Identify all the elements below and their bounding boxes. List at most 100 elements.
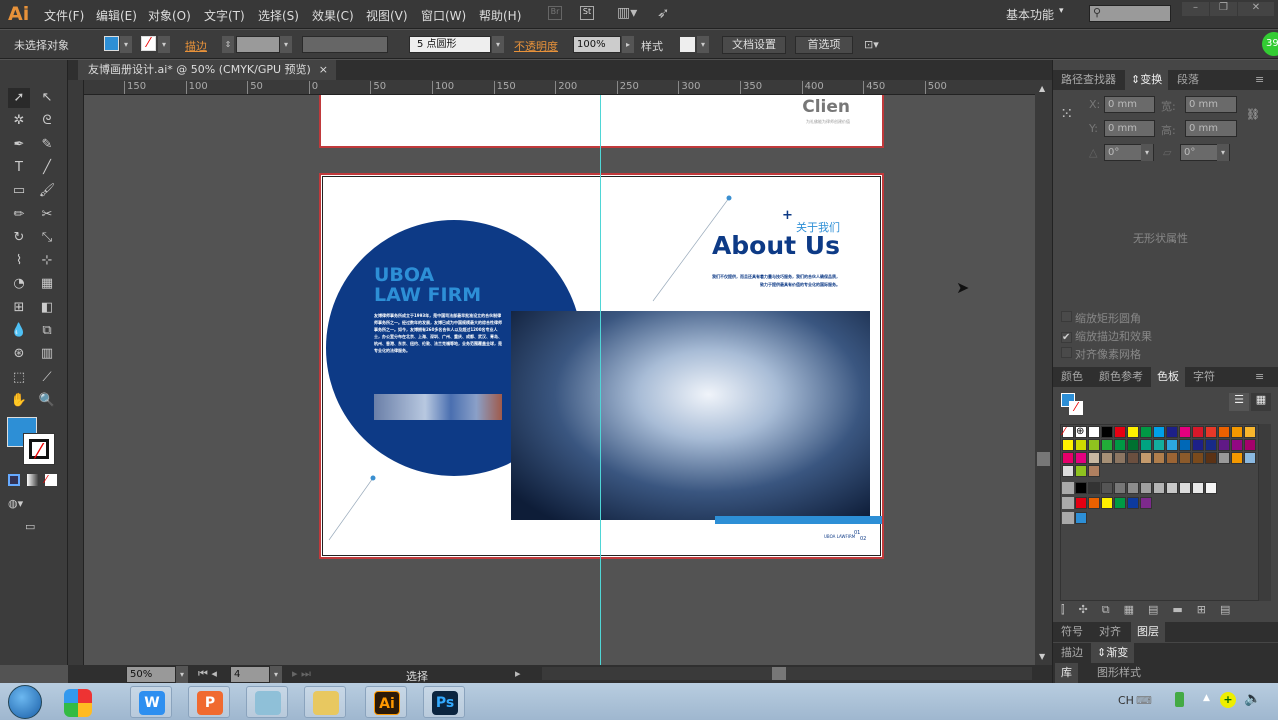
color-swatch[interactable] bbox=[1192, 426, 1204, 438]
curvature-tool-icon[interactable]: ✎ bbox=[36, 135, 58, 155]
tab-gradient[interactable]: ⇕渐变 bbox=[1091, 643, 1135, 663]
hand-tool-icon[interactable]: ✋ bbox=[8, 391, 30, 411]
paintbrush-tool-icon[interactable]: 🖌 bbox=[36, 181, 58, 201]
canvas[interactable]: Clien 为礼佛能为律师创建价值 UBOA LAW FIRM 友博律师事务所成… bbox=[84, 95, 1035, 665]
style-swatch[interactable] bbox=[680, 37, 695, 52]
tab-character[interactable]: 字符 bbox=[1187, 367, 1221, 387]
menu-select[interactable]: 选择(S) bbox=[258, 7, 299, 24]
color-swatch[interactable] bbox=[1205, 426, 1217, 438]
panel-menu-icon[interactable]: ≡ bbox=[1249, 367, 1270, 387]
restore-button[interactable]: ❐ bbox=[1210, 2, 1237, 16]
list-view-icon[interactable]: ☰ bbox=[1229, 393, 1249, 411]
rotate-tool-icon[interactable]: ↻ bbox=[8, 228, 30, 248]
chevron-down-icon[interactable]: ▾ bbox=[1141, 144, 1153, 161]
first-artboard-button[interactable]: ⏮ ◂ bbox=[198, 667, 217, 681]
artboard-tool-icon[interactable]: ⬚ bbox=[8, 368, 30, 388]
group-color-swatch[interactable] bbox=[1075, 512, 1087, 524]
color-swatch[interactable] bbox=[1088, 426, 1100, 438]
checkbox-option[interactable]: 缩放矩形圆角 bbox=[1061, 310, 1141, 326]
color-swatch[interactable] bbox=[1088, 452, 1100, 464]
stock-icon[interactable]: St bbox=[580, 6, 594, 20]
tab-libraries[interactable]: 库 bbox=[1055, 663, 1078, 683]
chevron-down-icon[interactable]: ▾ bbox=[492, 36, 504, 53]
color-swatch[interactable] bbox=[1075, 439, 1087, 451]
checkbox-option[interactable]: ✔ 缩放描边和效果 bbox=[1061, 328, 1152, 344]
screen-mode-icon[interactable]: ▭ bbox=[25, 520, 35, 533]
color-swatch[interactable] bbox=[1179, 439, 1191, 451]
drawing-mode-icon[interactable]: ◍▾ bbox=[8, 497, 23, 510]
registration-swatch[interactable]: ⊕ bbox=[1075, 426, 1087, 438]
vertical-scrollbar[interactable]: ▲ ▼ bbox=[1035, 80, 1052, 665]
group-color-swatch[interactable] bbox=[1075, 482, 1087, 494]
group-color-swatch[interactable] bbox=[1205, 482, 1217, 494]
document-setup-button[interactable]: 文档设置 bbox=[722, 36, 786, 54]
chevron-down-icon[interactable]: ▾ bbox=[280, 36, 292, 53]
x-input[interactable]: 0 mm bbox=[1104, 96, 1155, 113]
align-options-icon[interactable]: ⊡▾ bbox=[864, 38, 879, 51]
checkbox-option[interactable]: 对齐像素网格 bbox=[1061, 346, 1141, 362]
zoom-tool-icon[interactable]: 🔍 bbox=[36, 391, 58, 411]
group-color-swatch[interactable] bbox=[1179, 482, 1191, 494]
group-color-swatch[interactable] bbox=[1166, 482, 1178, 494]
color-swatch[interactable] bbox=[1062, 439, 1074, 451]
color-swatch[interactable] bbox=[1218, 426, 1230, 438]
color-swatch[interactable] bbox=[1140, 426, 1152, 438]
add-icon[interactable]: + bbox=[1220, 692, 1236, 708]
chevron-down-icon[interactable]: ▾ bbox=[176, 666, 188, 683]
color-swatch[interactable] bbox=[1140, 452, 1152, 464]
menu-view[interactable]: 视图(V) bbox=[366, 7, 408, 24]
chevron-down-icon[interactable]: ▾ bbox=[158, 36, 170, 53]
folder-icon[interactable] bbox=[1062, 482, 1074, 494]
color-swatch[interactable] bbox=[1062, 452, 1074, 464]
stroke-weight-input[interactable] bbox=[236, 36, 280, 53]
stroke-weight-stepper[interactable]: ⇕ bbox=[222, 36, 234, 53]
menu-object[interactable]: 对象(O) bbox=[148, 7, 191, 24]
show-hidden-icons[interactable]: ▲ bbox=[1203, 693, 1210, 703]
type-tool-icon[interactable]: T bbox=[8, 158, 30, 178]
taskbar-file-explorer[interactable] bbox=[304, 686, 346, 718]
color-swatch[interactable] bbox=[1231, 426, 1243, 438]
selection-tool-icon[interactable]: ➚ bbox=[8, 88, 30, 108]
zoom-input[interactable]: 50% bbox=[126, 666, 176, 683]
color-swatch[interactable] bbox=[1088, 465, 1100, 477]
color-swatch[interactable] bbox=[1114, 439, 1126, 451]
tab-paragraph[interactable]: 段落 bbox=[1171, 70, 1205, 90]
menu-help[interactable]: 帮助(H) bbox=[479, 7, 521, 24]
color-swatch[interactable] bbox=[1218, 452, 1230, 464]
perspective-grid-tool-icon[interactable]: ▦ bbox=[36, 274, 58, 294]
fill-color-swatch[interactable] bbox=[104, 36, 119, 51]
group-color-swatch[interactable] bbox=[1140, 497, 1152, 509]
horizontal-ruler[interactable]: 150 100 50 0 50 100 150 200 250 300 350 400 450 500 bbox=[84, 80, 1035, 95]
usb-icon[interactable] bbox=[1175, 692, 1184, 707]
artboard-top[interactable]: Clien 为礼佛能为律师创建价值 bbox=[319, 95, 884, 148]
color-swatch[interactable] bbox=[1114, 426, 1126, 438]
chevron-down-icon[interactable]: ▾ bbox=[697, 36, 709, 53]
color-swatch[interactable] bbox=[1062, 465, 1074, 477]
taskbar-notepad[interactable] bbox=[246, 686, 288, 718]
scale-tool-icon[interactable]: ⤡ bbox=[36, 228, 58, 248]
minimize-button[interactable]: – bbox=[1182, 2, 1209, 16]
chevron-down-icon[interactable]: ▾ bbox=[270, 666, 282, 683]
group-color-swatch[interactable] bbox=[1192, 482, 1204, 494]
volume-icon[interactable]: 🔈 bbox=[1244, 691, 1261, 707]
checkbox-checked-icon[interactable]: ✔ bbox=[1061, 332, 1072, 343]
color-swatch[interactable] bbox=[1218, 439, 1230, 451]
pencil-tool-icon[interactable]: ✏ bbox=[8, 205, 30, 225]
color-swatch[interactable] bbox=[1166, 426, 1178, 438]
group-color-swatch[interactable] bbox=[1140, 482, 1152, 494]
checkbox-icon[interactable] bbox=[1061, 311, 1072, 322]
stroke-none-swatch[interactable]: ⁄ bbox=[141, 36, 156, 51]
swatches-scrollbar[interactable] bbox=[1259, 424, 1271, 601]
swatch-stroke-indicator[interactable]: ⁄ bbox=[1069, 401, 1083, 415]
menu-window[interactable]: 窗口(W) bbox=[421, 7, 466, 24]
swatch-actions[interactable]: ⫿✣⧉▦▤▬⊞▤ bbox=[1061, 603, 1244, 617]
color-swatch[interactable] bbox=[1101, 439, 1113, 451]
close-tab-icon[interactable]: × bbox=[319, 60, 328, 80]
color-swatch[interactable] bbox=[1153, 452, 1165, 464]
start-button[interactable] bbox=[8, 685, 42, 719]
bridge-icon[interactable]: Br bbox=[548, 6, 562, 20]
taskbar-photoshop[interactable]: Ps bbox=[423, 686, 465, 718]
tab-align[interactable]: 对齐 bbox=[1093, 622, 1127, 642]
color-swatch[interactable] bbox=[1114, 452, 1126, 464]
mesh-tool-icon[interactable]: ⊞ bbox=[8, 298, 30, 318]
